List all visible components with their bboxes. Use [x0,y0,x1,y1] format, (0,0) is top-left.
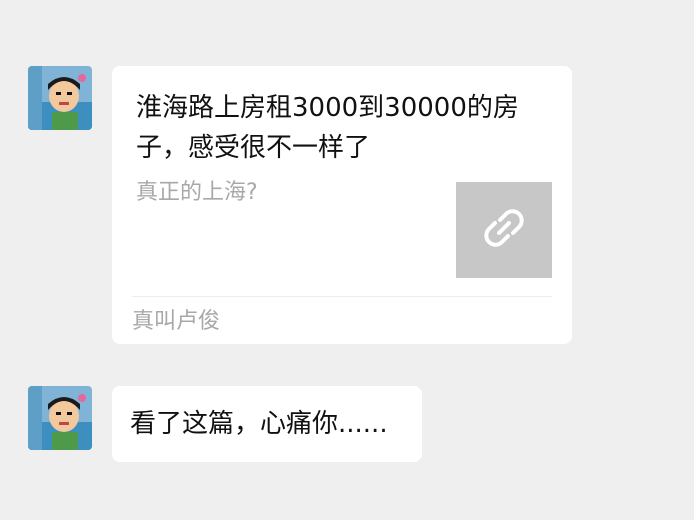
avatar[interactable] [28,66,92,130]
link-card-title: 淮海路上房租3000到30000的房子，感受很不一样了 [136,93,519,163]
message-bubble[interactable]: 看了这篇，心痛你...... [112,386,422,462]
avatar[interactable] [28,386,92,450]
divider [132,296,552,297]
link-card-source: 真叫卢俊 [132,309,221,334]
link-icon [476,200,532,260]
link-card[interactable]: 淮海路上房租3000到30000的房子，感受很不一样了 真正的上海? 真叫卢俊 [112,66,572,344]
link-card-description: 真正的上海? [136,180,258,205]
link-card-thumbnail [456,182,552,278]
message-text: 看了这篇，心痛你...... [130,409,388,439]
